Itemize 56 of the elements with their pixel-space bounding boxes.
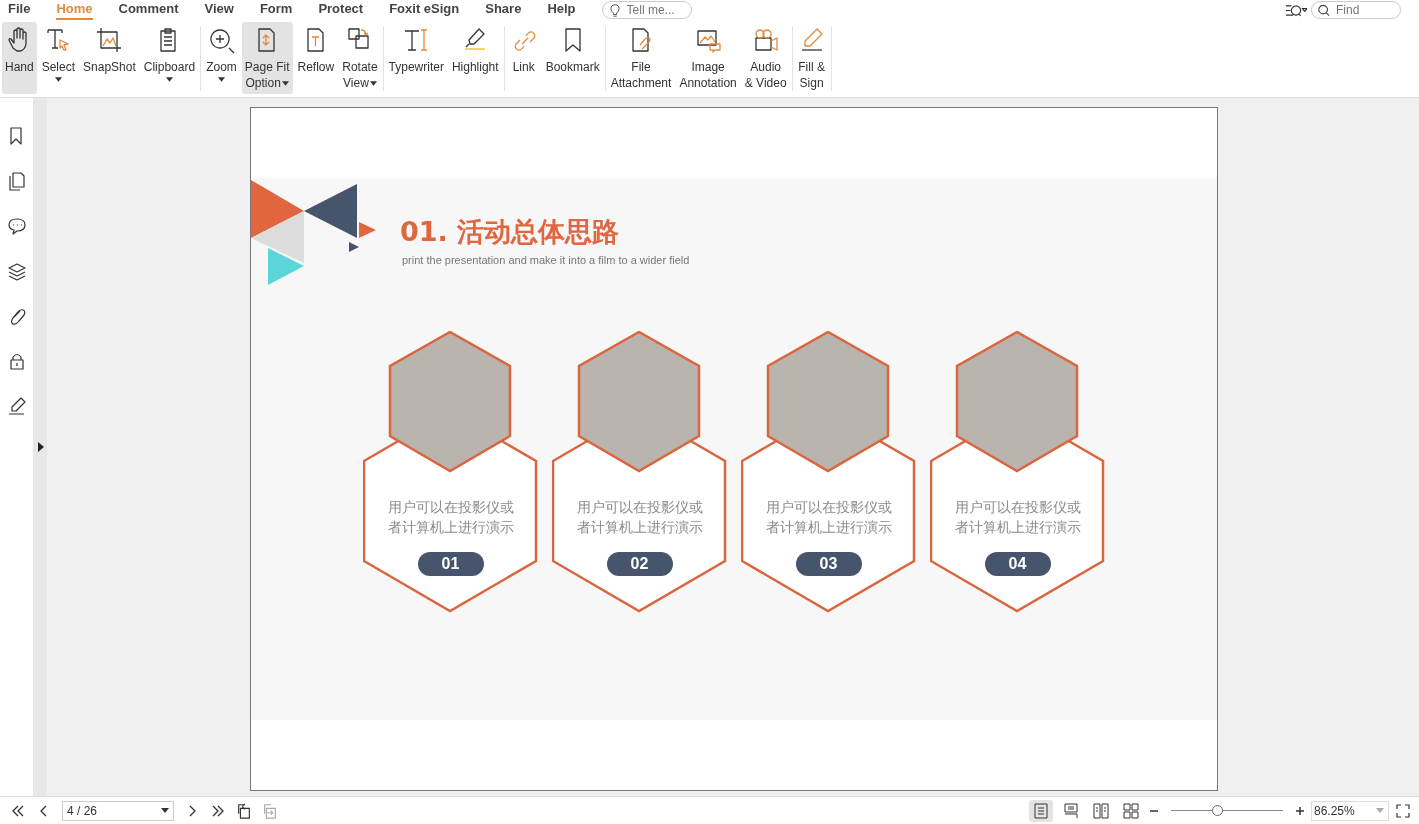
- layers-icon[interactable]: [6, 261, 27, 281]
- slide-title: 01. 活动总体思路: [400, 215, 621, 249]
- ribbon-button[interactable]: Hand: [2, 22, 37, 94]
- slider-thumb[interactable]: [1212, 805, 1224, 816]
- comment-icon[interactable]: [6, 216, 27, 236]
- card-text: 用户可以在投影仪或者计算机上进行演示: [575, 498, 704, 537]
- zoom-field[interactable]: 86.25%: [1311, 800, 1389, 821]
- card-text: 用户可以在投影仪或者计算机上进行演示: [764, 498, 893, 537]
- ribbon-button[interactable]: Clipboard: [140, 22, 199, 94]
- expand-arrow-icon[interactable]: [37, 442, 44, 452]
- page-number-field[interactable]: 4 / 26: [62, 800, 174, 821]
- menu-item[interactable]: Share: [485, 0, 522, 20]
- search-icon: [1318, 4, 1330, 17]
- menu-item[interactable]: Help: [547, 0, 576, 20]
- ribbon-button[interactable]: Fill & Sign: [794, 22, 829, 94]
- caret-icon: [1376, 808, 1384, 813]
- previous-view-icon[interactable]: [236, 802, 252, 819]
- lightbulb-icon: [608, 4, 621, 17]
- ribbon-button[interactable]: Rotate View: [339, 22, 381, 94]
- ribbon-button[interactable]: Select: [38, 22, 79, 94]
- find-field[interactable]: Find: [1311, 1, 1401, 19]
- zoom-in-icon[interactable]: [1295, 805, 1305, 816]
- ribbon-button[interactable]: SnapShot: [80, 22, 139, 94]
- menu-item[interactable]: Form: [259, 0, 293, 20]
- ribbon-button[interactable]: Audio & Video: [741, 22, 790, 94]
- ribbon-button[interactable]: File Attachment: [607, 22, 675, 94]
- view-mode-button[interactable]: [1029, 799, 1053, 822]
- card-text: 用户可以在投影仪或者计算机上进行演示: [953, 498, 1082, 537]
- menu-item[interactable]: Protect: [318, 0, 364, 20]
- menu-item[interactable]: Foxit eSign: [389, 0, 460, 20]
- ribbon-button[interactable]: Typewriter: [385, 22, 447, 94]
- ribbon-button[interactable]: Highlight: [448, 22, 502, 94]
- number-label: 03: [795, 552, 862, 576]
- zoom-icon: [207, 26, 236, 54]
- card-text: 用户可以在投影仪或者计算机上进行演示: [386, 498, 515, 537]
- ribbon-button[interactable]: Page Fit Option: [241, 22, 293, 94]
- ribbon-button[interactable]: Image Annotation: [676, 22, 740, 94]
- slide-subtitle: print the presentation and make it into a film to a wider field: [402, 254, 690, 266]
- number-label: 04: [984, 552, 1051, 576]
- number-label: 01: [417, 552, 484, 576]
- number-label: 02: [606, 552, 673, 576]
- ribbon-button[interactable]: Link: [506, 22, 541, 94]
- snapshot-icon: [95, 26, 124, 54]
- fullscreen-icon[interactable]: [1395, 802, 1411, 819]
- pages-icon[interactable]: [6, 171, 27, 191]
- menu-item[interactable]: Comment: [118, 0, 179, 20]
- caret-icon: [161, 808, 169, 813]
- search-options-icon[interactable]: [1285, 3, 1307, 17]
- ribbon-button[interactable]: Reflow: [294, 22, 338, 94]
- ribbon-button[interactable]: Bookmark: [542, 22, 603, 94]
- menu-item[interactable]: View: [204, 0, 234, 20]
- tell-me-field[interactable]: Tell me...: [601, 1, 692, 19]
- next-view-icon: [262, 802, 278, 819]
- menu-item[interactable]: File: [8, 0, 31, 20]
- sign-icon[interactable]: [6, 396, 27, 416]
- ribbon-button[interactable]: Zoom: [203, 22, 240, 94]
